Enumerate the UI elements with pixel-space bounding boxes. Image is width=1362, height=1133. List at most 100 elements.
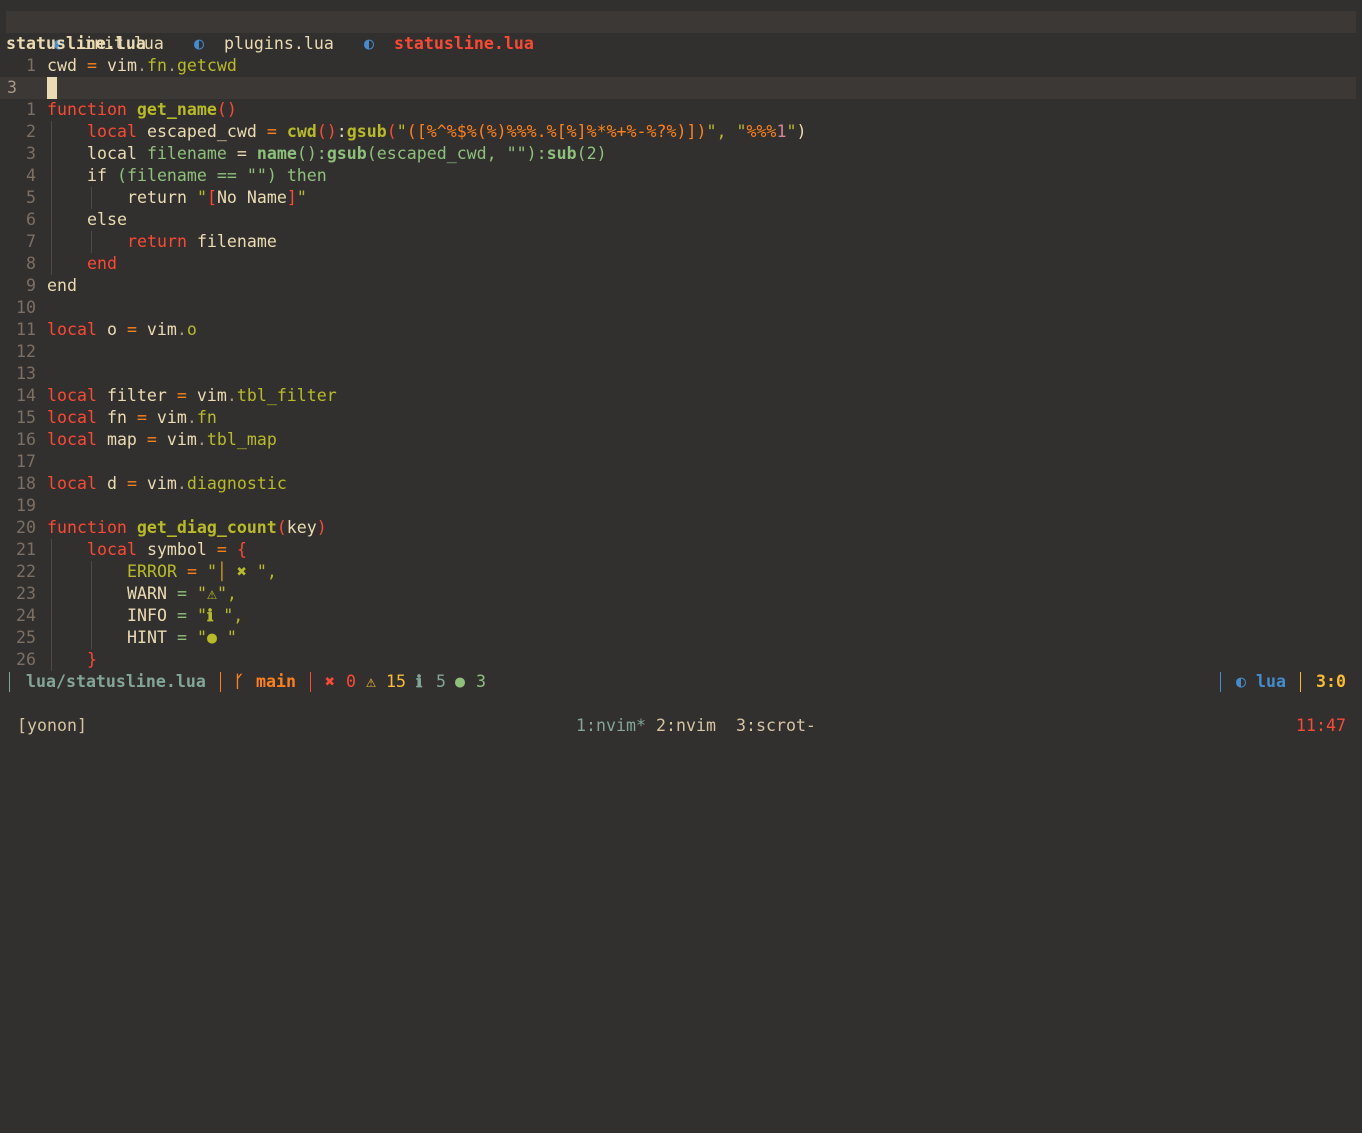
code-token: WARN <box>127 584 177 603</box>
line-number: 18 <box>16 474 36 493</box>
file-path[interactable]: lua/statusline.lua <box>26 671 206 693</box>
tmux-window-2[interactable]: 2:nvim <box>656 715 716 737</box>
line-number: 17 <box>16 452 36 471</box>
line-number: 22 <box>16 562 36 581</box>
code-line[interactable]: 22 ERROR = "│ ✖ ", <box>0 561 1356 583</box>
code-token: . <box>176 320 187 339</box>
code-token: " <box>196 606 207 625</box>
statusline: lua/statusline.lua ᚴ main ✖ 0 ⚠ 15 ℹ 5 ●… <box>0 671 1362 693</box>
code-line[interactable]: 4 if (filename == "") then <box>0 165 1356 187</box>
code-line[interactable]: 20 function get_diag_count(key) <box>0 517 1356 539</box>
code-token: = <box>176 606 197 625</box>
code-token: = <box>176 628 197 647</box>
code-token: %%% <box>746 122 777 141</box>
info-count: 5 <box>436 672 446 691</box>
code-line[interactable]: 19 <box>0 495 1356 517</box>
code-token: gsub <box>346 122 387 141</box>
code-token: o <box>186 320 197 339</box>
tab-plugins-lua[interactable]: ◐ plugins.lua <box>154 11 334 53</box>
code-token: = <box>146 430 167 449</box>
code-line[interactable]: 1 cwd = vim.fn.getcwd <box>0 55 1356 77</box>
code-token: [ <box>206 188 217 207</box>
tmux-window-3[interactable]: 3:scrot- <box>736 715 816 737</box>
code-token: │ <box>216 562 237 581</box>
code-token: fn <box>146 56 167 75</box>
line-number: 26 <box>16 650 36 669</box>
code-token: return <box>127 188 197 207</box>
code-line[interactable]: 16 local map = vim.tbl_map <box>0 429 1356 451</box>
line-number: 6 <box>26 210 36 229</box>
code-token: local <box>87 540 147 559</box>
line-number: 7 <box>26 232 36 251</box>
indent-guide <box>51 209 52 231</box>
code-line[interactable]: 14 local filter = vim.tbl_filter <box>0 385 1356 407</box>
code-text: local filename = name():gsub(escaped_cwd… <box>87 143 607 165</box>
code-token: " <box>196 188 207 207</box>
code-line[interactable]: 6 else <box>0 209 1356 231</box>
code-token: ", " <box>706 122 747 141</box>
code-token: . <box>186 408 197 427</box>
code-line[interactable]: 24 INFO = "ℹ ", <box>0 605 1356 627</box>
code-token: ) <box>316 518 327 537</box>
code-token: local <box>47 320 107 339</box>
separator <box>220 672 221 692</box>
code-token: end <box>47 276 77 295</box>
code-text: HINT = "● " <box>127 627 237 649</box>
code-token: . <box>166 56 177 75</box>
code-line[interactable]: 10 <box>0 297 1356 319</box>
code-token: filename <box>196 232 277 251</box>
code-line[interactable]: 8 end <box>0 253 1356 275</box>
tab-statusline-lua[interactable]: ◐ statusline.lua <box>324 11 534 53</box>
code-token: cwd <box>286 122 317 141</box>
code-token: = <box>126 320 147 339</box>
code-token: ", <box>213 606 244 625</box>
code-line[interactable]: 23 WARN = "⚠", <box>0 583 1356 605</box>
code-token: ] <box>286 188 297 207</box>
git-branch[interactable]: main <box>256 671 296 693</box>
code-token: vim <box>106 56 137 75</box>
code-token: " <box>396 122 407 141</box>
code-line[interactable]: 26} <box>0 649 1356 671</box>
editor-buffer[interactable]: 1 cwd = vim.fn.getcwd 3 1 function get_name(… <box>0 55 1362 671</box>
code-line[interactable]: 18 local d = vim.diagnostic <box>0 473 1356 495</box>
code-token: get_name <box>136 100 217 119</box>
code-token: = <box>236 144 257 163</box>
code-line[interactable]: 17 <box>0 451 1356 473</box>
cursor-line[interactable]: 3 <box>0 77 1356 99</box>
hint-icon: ● <box>455 672 465 691</box>
code-line[interactable]: 1 function get_name() <box>0 99 1356 121</box>
code-token: symbol <box>146 540 217 559</box>
code-line[interactable]: 5 return "[No Name]" <box>0 187 1356 209</box>
code-token: filter <box>106 386 177 405</box>
code-token: vim <box>146 474 177 493</box>
code-line[interactable]: 7 return filename <box>0 231 1356 253</box>
code-token: sub <box>546 144 577 163</box>
code-line[interactable]: 15 local fn = vim.fn <box>0 407 1356 429</box>
code-token: " <box>206 562 217 581</box>
code-line[interactable]: 11 local o = vim.o <box>0 319 1356 341</box>
separator <box>1300 672 1301 692</box>
tmux-session: [yonon] <box>17 716 87 735</box>
code-text: local filter = vim.tbl_filter <box>47 385 337 407</box>
code-line[interactable]: 3 local filename = name():gsub(escaped_cw… <box>0 143 1356 165</box>
code-text: local o = vim.o <box>47 319 197 341</box>
tmux-window-1[interactable]: 1:nvim* <box>576 715 646 737</box>
code-line[interactable]: 13 <box>0 363 1356 385</box>
code-line[interactable]: 9 end <box>0 275 1356 297</box>
code-line[interactable]: 2 local escaped_cwd = cwd():gsub("([%^%$%… <box>0 121 1356 143</box>
code-token: vim <box>146 320 177 339</box>
code-text: end <box>47 275 77 297</box>
tab-init-lua[interactable]: ◐ init.lua <box>14 11 164 53</box>
line-number: 20 <box>16 518 36 537</box>
code-text: INFO = "ℹ ", <box>127 605 243 627</box>
code-line[interactable]: 12 <box>0 341 1356 363</box>
line-number: 10 <box>16 298 36 317</box>
code-text: else <box>87 209 127 231</box>
code-line[interactable]: 25 HINT = "● " <box>0 627 1356 649</box>
indent-guide <box>51 627 52 649</box>
code-line[interactable]: 21 local symbol = { <box>0 539 1356 561</box>
hint-count: 3 <box>476 672 486 691</box>
indent-guide <box>51 583 52 605</box>
code-token: vim <box>166 430 197 449</box>
indent-guide <box>51 561 52 583</box>
